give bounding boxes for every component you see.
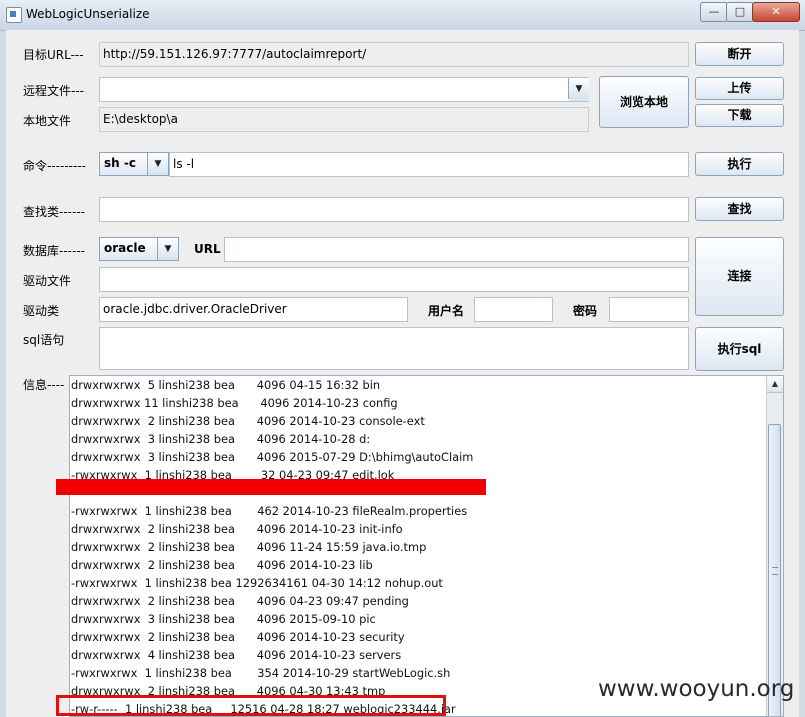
scroll-up-icon[interactable]: ▲ xyxy=(767,376,783,393)
window-title: WebLogicUnserialize xyxy=(26,7,150,21)
driver-class-input[interactable]: oracle.jdbc.driver.OracleDriver xyxy=(99,297,408,322)
driver-class-label: 驱动类 xyxy=(23,304,60,318)
sql-label: sql语句 xyxy=(23,333,65,347)
remote-file-label: 远程文件--- xyxy=(23,84,84,98)
command-label: 命令--------- xyxy=(23,159,86,173)
chevron-down-icon: ▼ xyxy=(568,78,589,99)
database-type-select[interactable]: oracle ▼ xyxy=(99,237,179,261)
db-url-label: URL xyxy=(194,242,221,256)
local-file-field[interactable]: E:\desktop\a xyxy=(99,107,589,132)
db-url-input[interactable] xyxy=(224,237,689,262)
password-label: 密码 xyxy=(573,304,598,318)
info-label: 信息---- xyxy=(23,378,65,392)
info-line: drwxrwxrwx 2 linshi238 bea 4096 2014-10-… xyxy=(71,414,425,428)
driver-file-input[interactable] xyxy=(99,267,689,292)
info-line: drwxrwxrwx 2 linshi238 bea 4096 2014-10-… xyxy=(71,630,405,644)
info-line: drwxrwxrwx 2 linshi238 bea 4096 04-23 09… xyxy=(71,594,409,608)
info-line: drwxrwxrwx 4 linshi238 bea 4096 2014-10-… xyxy=(71,648,402,662)
info-line: drwxrwxrwx 5 linshi238 bea 4096 04-15 16… xyxy=(71,378,381,392)
shell-select[interactable]: sh -c ▼ xyxy=(99,152,169,176)
database-type-value: oracle xyxy=(104,241,146,255)
local-file-label: 本地文件 xyxy=(23,114,72,128)
find-class-label: 查找类------ xyxy=(23,205,85,219)
info-line: drwxrwxrwx 2 linshi238 bea 4096 11-24 15… xyxy=(71,540,427,554)
chevron-down-icon: ▼ xyxy=(147,153,168,175)
vertical-scrollbar[interactable]: ▲ xyxy=(766,376,783,716)
minimize-button[interactable]: — xyxy=(700,2,728,22)
scroll-thumb[interactable] xyxy=(768,424,781,716)
info-line: drwxrwxrwx 3 linshi238 bea 4096 2015-07-… xyxy=(71,450,474,464)
main-panel: 目标URL--- http://59.151.126.97:7777/autoc… xyxy=(6,30,799,717)
redaction-bar xyxy=(56,479,486,495)
find-class-input[interactable] xyxy=(99,197,689,222)
driver-file-label: 驱动文件 xyxy=(23,274,72,288)
url-label: 目标URL--- xyxy=(23,48,84,62)
maximize-button[interactable]: □ xyxy=(726,2,754,22)
upload-button[interactable]: 上传 xyxy=(695,77,784,100)
connect-button[interactable]: 连接 xyxy=(695,237,784,316)
url-field[interactable]: http://59.151.126.97:7777/autoclaimrepor… xyxy=(99,42,689,67)
info-line: -rwxrwxrwx 1 linshi238 bea 1292634161 04… xyxy=(71,576,443,590)
highlight-box xyxy=(56,695,446,716)
username-label: 用户名 xyxy=(428,304,465,318)
username-input[interactable] xyxy=(474,297,553,322)
password-input[interactable] xyxy=(609,297,689,322)
info-line: drwxrwxrwx 2 linshi238 bea 4096 2014-10-… xyxy=(71,522,403,536)
info-line: drwxrwxrwx 3 linshi238 bea 4096 2014-10-… xyxy=(71,432,371,446)
info-line: drwxrwxrwx 11 linshi238 bea 4096 2014-10… xyxy=(71,396,398,410)
info-lines: drwxrwxrwx 5 linshi238 bea 4096 04-15 16… xyxy=(71,376,766,716)
remote-file-dropdown[interactable]: ▼ xyxy=(568,78,589,101)
sql-input[interactable] xyxy=(99,327,689,370)
find-button[interactable]: 查找 xyxy=(695,197,784,221)
info-line: drwxrwxrwx 2 linshi238 bea 4096 2014-10-… xyxy=(71,558,373,572)
grip-icon xyxy=(772,567,778,575)
watermark: www.wooyun.org xyxy=(598,676,795,702)
info-line: -rwxrwxrwx 1 linshi238 bea 462 2014-10-2… xyxy=(71,504,468,518)
title-bar: WebLogicUnserialize — □ ✕ xyxy=(0,0,805,31)
disconnect-button[interactable]: 断开 xyxy=(695,42,784,66)
shell-select-value: sh -c xyxy=(104,156,136,170)
database-label: 数据库------ xyxy=(23,244,85,258)
chevron-down-icon: ▼ xyxy=(157,238,178,260)
download-button[interactable]: 下载 xyxy=(695,104,784,127)
execute-button[interactable]: 执行 xyxy=(695,152,784,176)
info-output[interactable]: drwxrwxrwx 5 linshi238 bea 4096 04-15 16… xyxy=(69,375,784,717)
remote-file-combo[interactable] xyxy=(99,77,589,102)
command-input[interactable]: ls -l xyxy=(169,152,689,177)
java-app-icon xyxy=(6,7,22,23)
browse-local-button[interactable]: 浏览本地 xyxy=(599,76,689,128)
info-line: drwxrwxrwx 3 linshi238 bea 4096 2015-09-… xyxy=(71,612,376,626)
execute-sql-button[interactable]: 执行sql xyxy=(695,327,784,371)
close-button[interactable]: ✕ xyxy=(752,2,800,22)
